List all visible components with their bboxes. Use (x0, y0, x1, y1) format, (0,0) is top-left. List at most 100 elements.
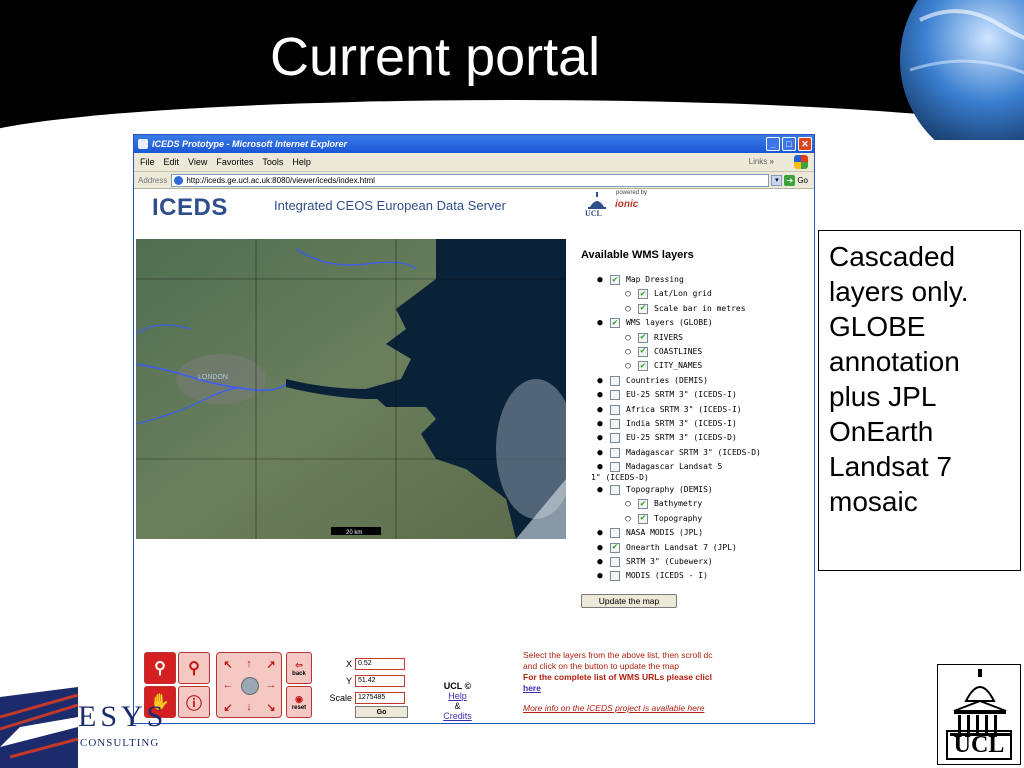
reset-globe-icon: ◉ (295, 693, 303, 704)
menu-view[interactable]: View (188, 157, 207, 167)
layer-checkbox[interactable] (610, 462, 620, 473)
ie-page-icon (138, 139, 148, 149)
address-dropdown-icon[interactable]: ▾ (771, 174, 783, 186)
back-button[interactable]: ⇦ back (286, 652, 312, 684)
minimize-button[interactable]: _ (766, 137, 780, 151)
layer-checkbox[interactable] (610, 571, 620, 582)
here-link[interactable]: here (523, 683, 775, 694)
layer-item[interactable]: ● ✔ Map Dressing (581, 275, 811, 289)
layer-checkbox[interactable] (610, 390, 620, 401)
layer-item[interactable]: ○ ✔ Topography (581, 513, 811, 528)
arrow-ne-icon[interactable]: ↗ (263, 656, 279, 672)
navigation-pad: ↖ ↑ ↗ ← → ↙ ↓ ↘ (216, 652, 282, 718)
layer-checkbox[interactable]: ✔ (638, 303, 648, 314)
layer-item[interactable]: ● NASA MODIS (JPL) (581, 528, 811, 542)
layer-checkbox[interactable] (610, 433, 620, 444)
layer-item[interactable]: ● EU-25 SRTM 3" (ICEDS-I) (581, 390, 811, 404)
layer-item[interactable]: ○ ✔ Lat/Lon grid (581, 289, 811, 303)
layer-label: WMS layers (GLOBE) (626, 318, 713, 328)
layer-item[interactable]: ○ ✔ Scale bar in metres (581, 303, 811, 318)
layer-checkbox[interactable]: ✔ (638, 346, 648, 357)
address-input[interactable]: http://iceds.ge.ucl.ac.uk:8080/viewer/ic… (171, 173, 770, 187)
layer-item[interactable]: ● Countries (DEMIS) (581, 375, 811, 390)
bullet-disc-icon: ● (597, 375, 603, 386)
layer-item[interactable]: ○ ✔ Bathymetry (581, 499, 811, 513)
ucl-portico-icon (950, 669, 1010, 736)
layer-checkbox[interactable] (610, 557, 620, 568)
close-button[interactable]: ✕ (798, 137, 812, 151)
links-label: Links (748, 157, 768, 166)
layer-checkbox[interactable]: ✔ (638, 499, 648, 510)
layer-checkbox[interactable] (610, 418, 620, 429)
layer-item[interactable]: ○ ✔ CITY_NAMES (581, 361, 811, 375)
layer-label: EU-25 SRTM 3" (ICEDS-D) (626, 433, 737, 443)
layer-item[interactable]: ○ ✔ COASTLINES (581, 346, 811, 361)
coords-go-button[interactable]: Go (355, 706, 408, 718)
zoom-out-tool-icon[interactable]: ⚲ (178, 652, 210, 684)
menu-edit[interactable]: Edit (164, 157, 180, 167)
arrow-e-icon[interactable]: → (263, 677, 279, 693)
layer-checkbox[interactable]: ✔ (638, 332, 648, 343)
layer-checkbox[interactable] (610, 375, 620, 386)
layer-checkbox[interactable]: ✔ (610, 542, 620, 553)
arrow-w-icon[interactable]: ← (220, 677, 236, 693)
layer-checkbox[interactable] (610, 447, 620, 458)
bullet-disc-icon: ● (597, 404, 603, 415)
credits-link[interactable]: Credits (430, 711, 485, 721)
layer-checkbox[interactable] (610, 485, 620, 496)
layer-label: India SRTM 3" (ICEDS-I) (626, 418, 737, 428)
back-label: back (292, 670, 306, 677)
go-button[interactable]: ➔ Go (784, 174, 808, 186)
layer-item[interactable]: ● India SRTM 3" (ICEDS-I) (581, 418, 811, 433)
layer-checkbox[interactable] (610, 528, 620, 539)
layer-item[interactable]: ○ ✔ RIVERS (581, 332, 811, 347)
layer-item[interactable]: ● Madagascar Landsat 5 1" (ICEDS-D) (581, 462, 811, 485)
map-view[interactable]: 20 km LONDON (136, 239, 566, 539)
layer-checkbox[interactable]: ✔ (638, 289, 648, 300)
menu-favorites[interactable]: Favorites (216, 157, 253, 167)
layer-item[interactable]: ● MODIS (ICEDS - I) (581, 571, 811, 585)
more-info-link[interactable]: More info on the ICEDS project is availa… (523, 703, 775, 714)
layer-item[interactable]: ● ✔ Onearth Landsat 7 (JPL) (581, 542, 811, 557)
maximize-button[interactable]: □ (782, 137, 796, 151)
layer-item[interactable]: ● ✔ WMS layers (GLOBE) (581, 318, 811, 332)
layer-checkbox[interactable]: ✔ (638, 513, 648, 524)
layer-item[interactable]: ● Africa SRTM 3" (ICEDS-I) (581, 404, 811, 419)
layer-checkbox[interactable] (610, 404, 620, 415)
update-map-button[interactable]: Update the map (581, 593, 677, 608)
bullet-circle-icon: ○ (625, 361, 631, 372)
layer-checkbox[interactable]: ✔ (610, 318, 620, 329)
bullet-circle-icon: ○ (625, 346, 631, 357)
arrow-n-icon[interactable]: ↑ (241, 656, 257, 672)
x-input[interactable]: 0.52 (355, 657, 405, 670)
layer-item[interactable]: ● SRTM 3" (Cubewerx) (581, 557, 811, 571)
arrow-nw-icon[interactable]: ↖ (220, 656, 236, 672)
bullet-circle-icon: ○ (625, 513, 631, 524)
layer-item[interactable]: ● EU-25 SRTM 3" (ICEDS-D) (581, 433, 811, 447)
arrow-sw-icon[interactable]: ↙ (220, 699, 236, 715)
arrow-s-icon[interactable]: ↓ (241, 699, 257, 715)
y-input[interactable]: 51.42 (355, 674, 405, 687)
ucl-mini-label: UCL (585, 209, 602, 218)
scale-input[interactable]: 1275485 (355, 691, 405, 704)
reset-label: reset (291, 704, 307, 711)
ucl-wordmark: UCL (946, 730, 1012, 760)
callout-line: Cascaded (829, 241, 956, 272)
callout-line: GLOBE (829, 311, 926, 342)
links-toolbar[interactable]: Links » (749, 157, 774, 166)
center-globe-icon[interactable] (241, 677, 259, 695)
reset-button[interactable]: ◉ reset (286, 686, 312, 718)
menu-help[interactable]: Help (292, 157, 311, 167)
zoom-in-tool-icon[interactable]: ⚲ (144, 652, 176, 684)
help-link[interactable]: Help (430, 691, 485, 701)
menu-tools[interactable]: Tools (262, 157, 283, 167)
arrow-se-icon[interactable]: ↘ (263, 699, 279, 715)
menu-file[interactable]: File (140, 157, 155, 167)
iceds-subtitle: Integrated CEOS European Data Server (274, 198, 506, 213)
layer-item[interactable]: ● Madagascar SRTM 3" (ICEDS-D) (581, 447, 811, 462)
layer-checkbox[interactable]: ✔ (638, 361, 648, 372)
layer-checkbox[interactable]: ✔ (610, 275, 620, 285)
layer-item[interactable]: ● Topography (DEMIS) (581, 485, 811, 499)
links-chevron: » (769, 157, 774, 166)
info-tool-icon[interactable]: ⓘ (178, 686, 210, 718)
